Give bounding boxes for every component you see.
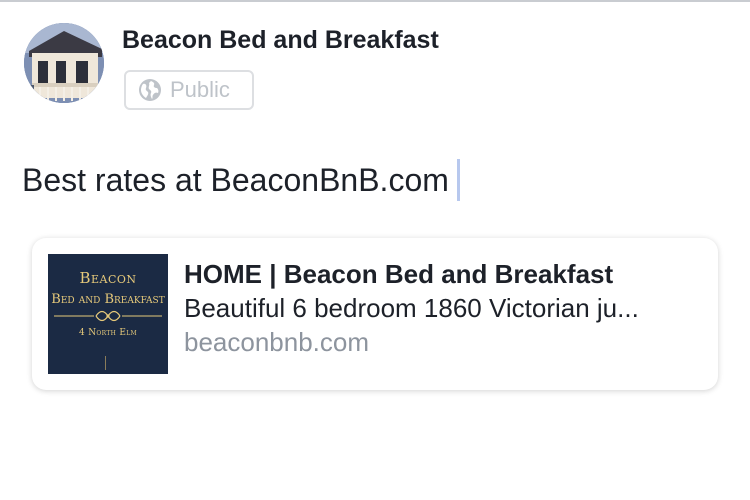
thumbnail-divider — [105, 356, 106, 370]
audience-selector-button[interactable]: Public — [124, 70, 254, 110]
link-description: Beautiful 6 bedroom 1860 Victorian ju... — [184, 293, 639, 323]
audience-label: Public — [170, 77, 230, 102]
post-composer: Beacon Bed and Breakfast Public Best rat… — [0, 0, 750, 500]
page-name[interactable]: Beacon Bed and Breakfast — [122, 26, 439, 55]
thumbnail-address: 4 North Elm — [79, 328, 137, 338]
thumbnail-title: Beacon — [79, 269, 137, 287]
avatar[interactable] — [24, 23, 104, 103]
top-divider — [0, 0, 750, 2]
text-caret — [456, 159, 460, 201]
thumbnail-subtitle: Bed and Breakfast — [51, 292, 165, 307]
link-title: HOME | Beacon Bed and Breakfast — [184, 259, 614, 289]
link-domain: beaconbnb.com — [184, 327, 370, 357]
post-text: Best rates at BeaconBnB.com — [22, 161, 449, 198]
post-text-input[interactable]: Best rates at BeaconBnB.com — [22, 159, 460, 201]
ornament-icon — [54, 310, 162, 322]
link-preview-card[interactable]: Beacon Bed and Breakfast 4 North Elm HOM… — [32, 238, 718, 390]
link-thumbnail: Beacon Bed and Breakfast 4 North Elm — [48, 254, 168, 374]
globe-icon — [138, 78, 162, 102]
